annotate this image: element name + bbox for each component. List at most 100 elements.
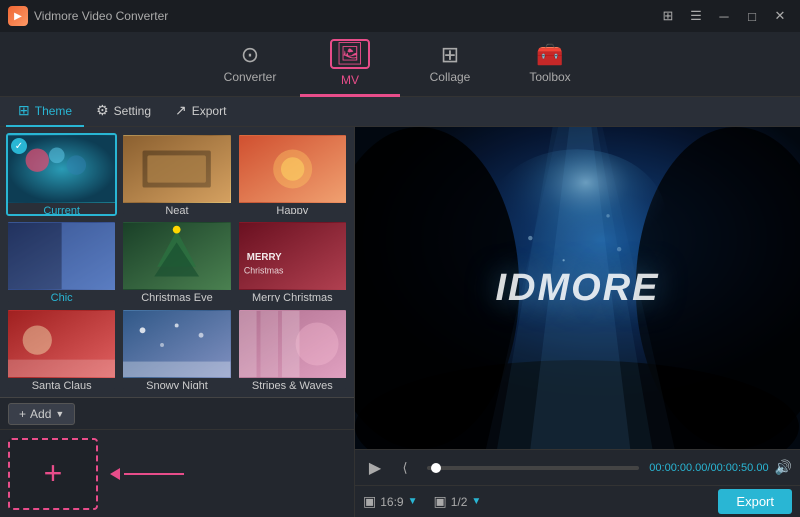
theme-item-merry-christmas[interactable]: MERRY Christmas Merry Christmas [237,220,348,303]
ratio-dropdown-icon: ▼ [408,496,418,507]
theme-label-snowy: Snowy Night [123,378,230,391]
add-dropdown-icon: ▼ [55,409,64,419]
converter-label: Converter [224,70,277,84]
right-panel: IDMORE ▶ ⟨ 00:00:00.00/00:00:50.00 🔊 ▣ 1… [355,127,800,517]
theme-item-snowy-night[interactable]: Snowy Night [121,308,232,391]
left-bottom: + Add ▼ + [0,397,354,517]
progress-thumb[interactable] [431,463,441,473]
time-display: 00:00:00.00/00:00:50.00 [649,462,768,474]
theme-label-santa: Santa Claus [8,378,115,391]
aspect-ratio-button[interactable]: ▣ 16:9 ▼ [363,493,418,510]
player-controls: ▶ ⟨ 00:00:00.00/00:00:50.00 🔊 [355,449,800,485]
tile-button[interactable]: ⊞ [656,6,680,26]
tab-mv[interactable]: 🖼 MV [300,32,400,97]
content-area: ✓ Current Neat [0,127,800,517]
step-back-button[interactable]: ⟨ [393,456,417,480]
theme-label-neat: Neat [123,203,230,216]
left-panel: ✓ Current Neat [0,127,355,517]
mv-icon: 🖼 [330,39,370,69]
add-label: Add [30,407,51,421]
theme-label: Theme [35,104,72,118]
sub-toolbar: ⊞ Theme ⚙ Setting ↗ Export [0,97,800,127]
theme-thumb-snowy [123,310,230,378]
theme-thumb-happy [239,135,346,203]
theme-thumb-christmas [123,222,230,290]
svg-text:MERRY: MERRY [246,252,281,263]
themes-grid: ✓ Current Neat [0,127,354,397]
svg-text:Christmas: Christmas [244,266,284,276]
theme-item-chic[interactable]: Chic [6,220,117,303]
preview-area: IDMORE [355,127,800,449]
app-logo: ▶ [8,6,28,26]
progress-bar[interactable] [427,466,639,470]
play-button[interactable]: ▶ [363,456,387,480]
subtab-setting[interactable]: ⚙ Setting [84,97,163,127]
close-button[interactable]: ✕ [768,6,792,26]
bottom-controls: ▣ 16:9 ▼ ▣ 1/2 ▼ Export [355,485,800,517]
preview-background: IDMORE [355,127,800,449]
theme-thumb-stripes [239,310,346,378]
ratio-value: 16:9 [380,495,403,509]
tab-toolbox[interactable]: 🧰 Toolbox [500,32,600,97]
theme-label-stripes: Stripes & Waves [239,378,346,391]
main-nav: ⊙ Converter 🖼 MV ⊞ Collage 🧰 Toolbox [0,32,800,97]
clip-add-placeholder[interactable]: + [8,438,98,510]
converter-icon: ⊙ [241,44,259,66]
export-arrow-icon: ↗ [175,102,187,119]
menu-button[interactable]: ☰ [684,6,708,26]
toolbox-label: Toolbox [529,70,570,84]
theme-item-neat[interactable]: Neat [121,133,232,216]
subtab-export[interactable]: ↗ Export [163,97,238,127]
export-sub-label: Export [192,104,227,118]
theme-label-christmas: Christmas Eve [123,290,230,303]
clips-area: + [0,430,354,517]
logo-icon: ▶ [14,11,22,22]
resolution-button[interactable]: ▣ 1/2 ▼ [434,493,482,510]
tab-collage[interactable]: ⊞ Collage [400,32,500,97]
arrow-indicator [110,468,184,480]
theme-label-current: Current [8,203,115,216]
theme-label-chic: Chic [8,290,115,303]
theme-label-happy: Happy [239,203,346,216]
export-button[interactable]: Export [718,489,792,514]
theme-item-stripes-waves[interactable]: Stripes & Waves [237,308,348,391]
resolution-value: 1/2 [451,495,468,509]
add-plus-icon: + [19,407,26,421]
theme-label-merry: Merry Christmas [239,290,346,303]
theme-thumb-neat [123,135,230,203]
theme-thumb-santa [8,310,115,378]
subtab-theme[interactable]: ⊞ Theme [6,97,84,127]
mv-label: MV [341,73,359,87]
resolution-icon: ▣ [434,493,447,510]
window-controls: ⊞ ☰ ─ □ ✕ [656,6,792,26]
maximize-button[interactable]: □ [740,6,764,26]
volume-icon[interactable]: 🔊 [775,459,792,476]
setting-label: Setting [114,104,151,118]
add-button[interactable]: + Add ▼ [8,403,75,425]
collage-icon: ⊞ [441,44,459,66]
tab-converter[interactable]: ⊙ Converter [200,32,300,97]
title-bar: ▶ Vidmore Video Converter ⊞ ☰ ─ □ ✕ [0,0,800,32]
toolbox-icon: 🧰 [536,44,563,66]
theme-item-christmas-eve[interactable]: Christmas Eve [121,220,232,303]
setting-gear-icon: ⚙ [96,102,109,119]
theme-grid-icon: ⊞ [18,102,30,119]
theme-item-santa-claus[interactable]: Santa Claus [6,308,117,391]
active-check: ✓ [11,138,27,154]
ratio-icon: ▣ [363,493,376,510]
title-bar-left: ▶ Vidmore Video Converter [8,6,168,26]
theme-thumb-chic [8,222,115,290]
theme-item-happy[interactable]: Happy [237,133,348,216]
preview-watermark-text: IDMORE [496,267,660,310]
app-title: Vidmore Video Converter [34,9,168,23]
resolution-dropdown-icon: ▼ [471,496,481,507]
clip-plus-icon: + [44,455,63,492]
theme-item-current[interactable]: ✓ Current [6,133,117,216]
theme-thumb-merry: MERRY Christmas [239,222,346,290]
add-bar: + Add ▼ [0,398,354,430]
arrow-line [124,473,184,475]
play-icon: ▶ [369,458,381,478]
collage-label: Collage [430,70,471,84]
minimize-button[interactable]: ─ [712,6,736,26]
arrow-head-icon [110,468,120,480]
